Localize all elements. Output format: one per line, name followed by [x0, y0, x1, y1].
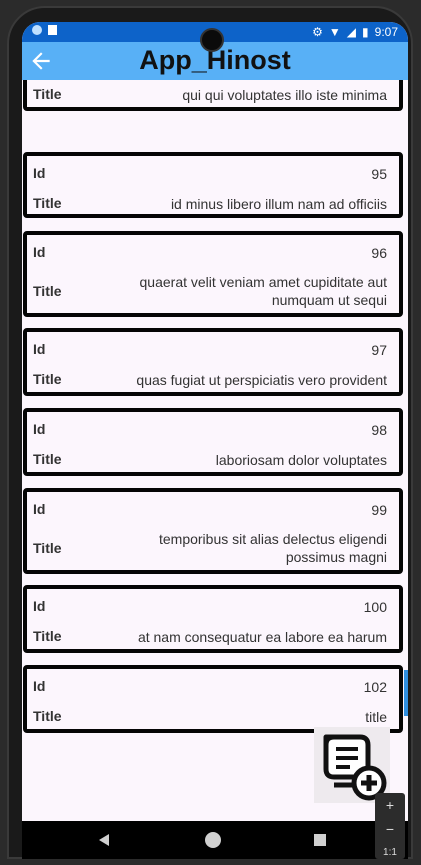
title-value: at nam consequatur ea labore ea harum [137, 629, 387, 645]
front-camera [200, 28, 224, 52]
title-value-line2: possimus magni [285, 549, 387, 565]
wifi-icon: ▼ [328, 25, 341, 39]
id-label: Id [33, 165, 46, 181]
id-value: 102 [363, 679, 387, 695]
id-label: Id [33, 678, 46, 694]
nav-back-icon[interactable] [96, 832, 112, 848]
item-list[interactable]: Title qui qui voluptates illo iste minim… [22, 80, 408, 740]
title-value-line1: quaerat velit veniam amet cupiditate aut [139, 274, 387, 290]
title-label: Title [33, 195, 62, 211]
id-label: Id [33, 244, 46, 260]
id-value: 98 [371, 422, 387, 438]
nav-recents-icon[interactable] [313, 833, 327, 847]
list-item[interactable]: Id 100 Title at nam consequatur ea labor… [23, 585, 403, 653]
nav-home-icon[interactable] [203, 830, 223, 850]
id-label: Id [33, 598, 46, 614]
id-label: Id [33, 341, 46, 357]
list-item[interactable]: Id 98 Title laboriosam dolor voluptates [23, 408, 403, 476]
title-value-line1: temporibus sit alias delectus eligendi [158, 531, 387, 547]
zoom-controls: + − 1:1 [375, 793, 405, 859]
battery-icon: ▮ [362, 25, 369, 39]
title-value-line2: numquam ut sequi [271, 292, 387, 308]
title-label: Title [33, 628, 62, 644]
id-value: 97 [371, 342, 387, 358]
list-item[interactable]: Title qui qui voluptates illo iste minim… [23, 80, 403, 111]
title-label: Title [33, 283, 62, 299]
list-item[interactable]: Id 95 Title id minus libero illum nam ad… [23, 152, 403, 218]
id-value: 100 [363, 599, 387, 615]
title-value: id minus libero illum nam ad officiis [170, 196, 387, 212]
clock: 9:07 [374, 25, 398, 39]
id-value: 96 [371, 245, 387, 261]
list-item[interactable]: Id 102 Title title [23, 665, 403, 733]
list-item[interactable]: Id 97 Title quas fugiat ut perspiciatis … [23, 328, 403, 396]
settings-icon: ⚙ [312, 25, 323, 39]
id-value: 99 [371, 502, 387, 518]
id-value: 95 [371, 166, 387, 182]
title-label: Title [33, 540, 62, 556]
title-value: laboriosam dolor voluptates [215, 452, 387, 468]
notification-icon [32, 25, 42, 35]
system-nav-bar [22, 821, 408, 859]
add-note-icon [323, 734, 387, 801]
id-label: Id [33, 501, 46, 517]
zoom-reset-button[interactable]: 1:1 [375, 841, 405, 865]
title-label: Title [33, 86, 62, 102]
zoom-out-button[interactable]: − [375, 817, 405, 841]
title-value: qui qui voluptates illo iste minima [182, 87, 387, 103]
title-label: Title [33, 451, 62, 467]
id-label: Id [33, 421, 46, 437]
signal-icon: ◢ [346, 25, 357, 39]
scrollbar-thumb[interactable] [404, 670, 408, 716]
list-item[interactable]: Id 96 Title quaerat velit veniam amet cu… [23, 231, 403, 317]
zoom-in-button[interactable]: + [375, 793, 405, 817]
sd-card-icon [48, 25, 57, 35]
title-label: Title [33, 371, 62, 387]
add-note-button[interactable] [314, 727, 390, 803]
title-value: quas fugiat ut perspiciatis vero provide… [136, 372, 387, 388]
screen: ⚙ ▼ ◢ ▮ 9:07 App_Hinost Title qui qui vo… [22, 22, 408, 859]
title-label: Title [33, 708, 62, 724]
title-value: title [365, 709, 387, 725]
list-item[interactable]: Id 99 Title temporibus sit alias delectu… [23, 488, 403, 574]
